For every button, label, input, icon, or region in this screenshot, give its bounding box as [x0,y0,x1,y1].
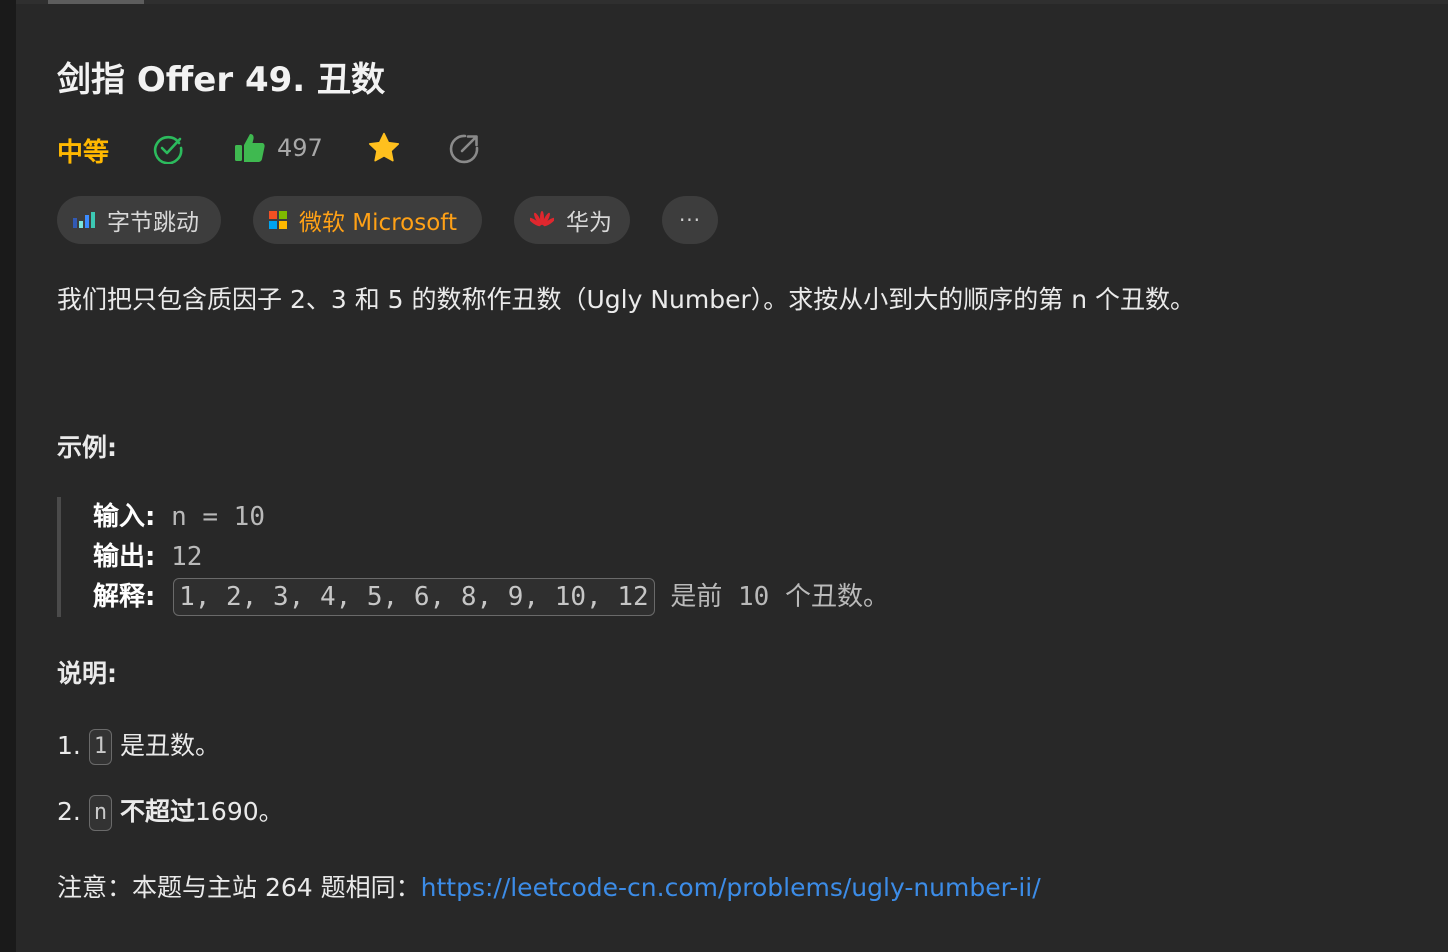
share-icon[interactable] [447,132,481,166]
note-item-2: 2. n 不超过1690。 [57,792,284,831]
note-text: 1690。 [195,797,284,826]
tag-label: 微软 Microsoft [299,210,457,236]
tab-bar-border [16,0,1448,4]
left-panel-edge [0,0,16,952]
explain-text: 是前 10 个丑数。 [670,582,889,612]
bytedance-logo-icon [73,212,95,228]
star-icon[interactable] [367,131,401,165]
note-bold-text: 不超过 [120,797,196,826]
tag-bytedance[interactable]: 字节跳动 [57,196,221,244]
difficulty-badge: 中等 [57,138,110,168]
input-value: n = 10 [171,502,265,532]
thumbs-up-icon[interactable] [233,131,267,165]
example-explain-line: 解释: 1, 2, 3, 4, 5, 6, 8, 9, 10, 12 是前 10… [93,577,937,617]
problem-statement: 我们把只包含质因子 2、3 和 5 的数称作丑数（Ugly Number）。求按… [57,285,1196,314]
explain-label: 解释: [93,582,156,612]
same-as-main-site-note: 注意：本题与主站 264 题相同：https://leetcode-cn.com… [57,868,1041,904]
example-heading: 示例: [57,433,117,462]
microsoft-logo-icon [269,211,287,229]
example-output-line: 输出: 12 [93,537,937,577]
explain-code: 1, 2, 3, 4, 5, 6, 8, 9, 10, 12 [173,578,655,616]
more-icon: ··· [678,208,702,232]
inline-code: 1 [88,729,113,765]
company-tags: 字节跳动 微软 Microsoft 华为 ··· [57,196,757,244]
more-tags-button[interactable]: ··· [662,196,718,244]
input-label: 输入: [93,502,156,532]
huawei-logo-icon [530,211,554,227]
tag-label: 华为 [566,210,612,236]
note-text: 注意：本题与主站 264 题相同： [57,873,421,902]
main-site-problem-link[interactable]: https://leetcode-cn.com/problems/ugly-nu… [421,873,1041,902]
check-circle-icon [153,135,183,164]
like-count: 497 [277,134,323,162]
list-number: 1. [57,731,81,760]
example-input-line: 输入: n = 10 [93,497,937,537]
tag-huawei[interactable]: 华为 [514,196,630,244]
list-number: 2. [57,797,81,826]
example-block: 输入: n = 10 输出: 12 解释: 1, 2, 3, 4, 5, 6, … [57,497,937,617]
note-item-1: 1. 1 是丑数。 [57,726,220,765]
tag-microsoft[interactable]: 微软 Microsoft [253,196,482,244]
output-label: 输出: [93,542,156,572]
notes-heading: 说明: [57,659,117,688]
active-tab-indicator[interactable] [48,0,144,4]
problem-meta-bar: 中等 497 [57,128,517,170]
note-text: 是丑数。 [120,731,221,760]
inline-code: n [88,795,113,831]
output-value: 12 [171,542,203,572]
tag-label: 字节跳动 [107,210,199,236]
problem-title: 剑指 Offer 49. 丑数 [57,60,386,100]
